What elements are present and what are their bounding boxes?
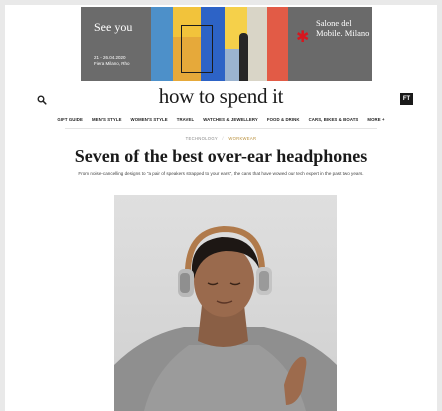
nav-item-travel[interactable]: TRAVEL	[177, 117, 194, 122]
nav-item-food-drink[interactable]: FOOD & DRINK	[267, 117, 300, 122]
article-title: Seven of the best over-ear headphones	[74, 146, 368, 166]
breadcrumb: TECHNOLOGY / WORKWEAR	[5, 136, 437, 141]
headphones-portrait-illustration	[114, 225, 337, 411]
salone-logo-icon: ✱	[296, 29, 310, 46]
ad-right-panel: ✱ Salone del Mobile. Milano	[288, 7, 372, 81]
ad-headline: See you	[94, 20, 133, 34]
nav-item-mens-style[interactable]: MEN'S STYLE	[92, 117, 122, 122]
ad-brand: Salone del Mobile. Milano	[316, 18, 370, 38]
ft-badge-icon[interactable]: FT	[400, 93, 413, 105]
ad-dates: 21 - 26.04.2020 Fiera Milano, Rho	[94, 55, 130, 66]
breadcrumb-workwear[interactable]: WORKWEAR	[228, 136, 256, 141]
main-nav: GIFT GUIDE MEN'S STYLE WOMEN'S STYLE TRA…	[5, 117, 437, 122]
page: See you 21 - 26.04.2020 Fiera Milano, Rh…	[5, 5, 437, 411]
nav-item-cars-bikes-boats[interactable]: CARS, BIKES & BOATS	[309, 117, 359, 122]
breadcrumb-technology[interactable]: TECHNOLOGY	[186, 136, 218, 141]
nav-item-womens-style[interactable]: WOMEN'S STYLE	[131, 117, 168, 122]
nav-divider	[65, 128, 377, 129]
article-standfirst: From noise-cancelling designs to "a pair…	[78, 171, 364, 176]
nav-item-watches-jewellery[interactable]: WATCHES & JEWELLERY	[203, 117, 258, 122]
ad-left-panel: See you 21 - 26.04.2020 Fiera Milano, Rh…	[81, 7, 151, 81]
breadcrumb-separator: /	[222, 136, 224, 141]
ad-banner[interactable]: See you 21 - 26.04.2020 Fiera Milano, Rh…	[81, 7, 372, 81]
hero-image	[114, 195, 337, 411]
site-logo[interactable]: how to spend it	[5, 84, 437, 109]
nav-item-gift-guide[interactable]: GIFT GUIDE	[57, 117, 83, 122]
nav-item-more[interactable]: MORE +	[367, 117, 384, 122]
ad-artwork	[151, 7, 288, 81]
